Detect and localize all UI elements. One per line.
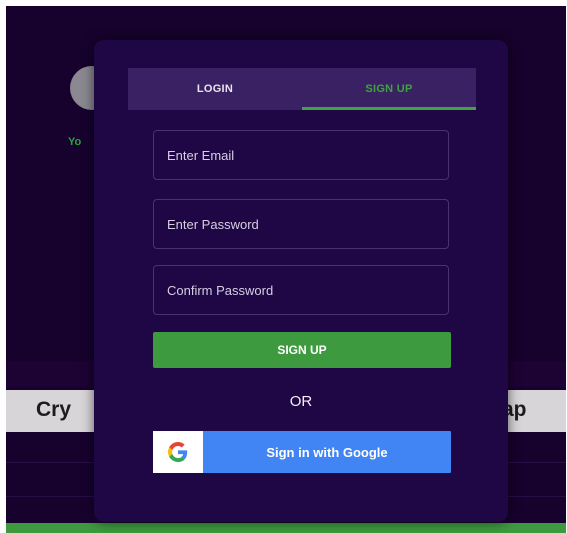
app-background: Yo Cry ap LOGIN SIGN UP SIGN UP OR Sign … (6, 6, 566, 533)
auth-tabs: LOGIN SIGN UP (128, 68, 476, 110)
google-signin-label: Sign in with Google (266, 444, 388, 460)
or-separator: OR (289, 393, 313, 410)
background-green-bar (6, 523, 566, 533)
tab-signup[interactable]: SIGN UP (302, 68, 476, 110)
tab-login[interactable]: LOGIN (128, 68, 302, 110)
google-signin-button[interactable]: Sign in with Google (153, 431, 451, 473)
signup-button[interactable]: SIGN UP (153, 332, 451, 368)
email-field[interactable] (153, 130, 449, 180)
background-text-fragment: Yo (68, 136, 82, 148)
auth-modal: LOGIN SIGN UP SIGN UP OR Sign in with Go… (94, 40, 508, 522)
google-g-icon (153, 431, 203, 473)
password-field[interactable] (153, 199, 449, 249)
confirm-password-field[interactable] (153, 265, 449, 315)
banner-text-left: Cry (36, 398, 72, 421)
